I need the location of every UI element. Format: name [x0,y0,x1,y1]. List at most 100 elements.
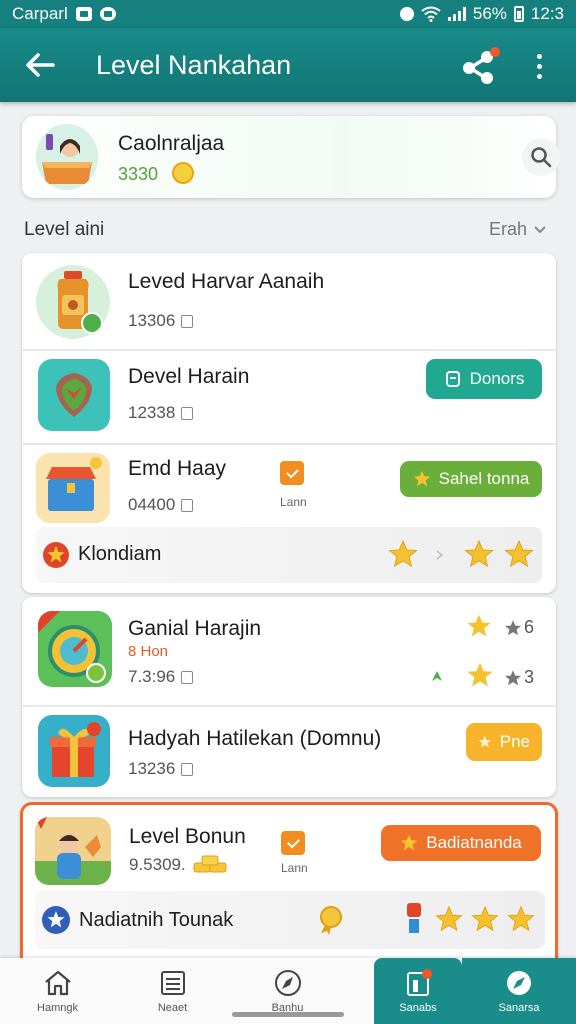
star-outline-icon [504,669,522,685]
star-icon [413,470,430,487]
back-button[interactable] [0,28,80,102]
star-icon [471,905,499,932]
badge-icon [445,371,460,387]
strip-label: Nadiatnih Tounak [79,909,234,931]
item-value: 04400 [128,495,194,515]
character-thumbnail [35,817,111,885]
list-item[interactable]: Emd Haay 04400 Lann Sahel tonna Klondiam [22,445,556,593]
list-item[interactable]: Ganial Harajin 8 Hon 7.3:96 6 3 [22,597,556,705]
star-count: 3 [504,667,534,688]
list-item[interactable]: Devel Harain 12338 Donors [22,351,556,443]
bonus-strip[interactable]: Nadiatnih Tounak [35,891,545,949]
nav-explore[interactable]: Sanarsa [462,958,576,1024]
item-title: Ganial Harajin [128,617,262,640]
wifi-icon [421,6,441,22]
item-value-text: 04400 [128,495,176,514]
trophy-icon [407,903,421,933]
arrow-icon [432,671,442,681]
alarm-icon [399,7,414,21]
bonus-strip[interactable]: Klondiam [36,527,542,583]
dial-thumbnail [38,611,112,687]
star-icon [388,539,418,568]
chest-thumbnail [36,453,110,523]
nav-home[interactable]: Hamngk [0,958,115,1024]
star-icon [464,539,494,568]
donors-button[interactable]: Donors [426,359,542,399]
list-item[interactable]: Leved Harvar Aanaih 13306 [22,253,556,349]
gift-thumbnail [38,715,110,787]
app-notification-icon [99,7,116,21]
item-title: Level Bonun [129,825,246,848]
square-icon [181,406,194,420]
star-icon [504,539,534,568]
item-value-text: 13306 [128,311,176,330]
star-icon [478,735,492,748]
search-button[interactable] [522,138,560,176]
badge-label: Lann [280,495,307,509]
item-value-text: 7.3:96 [128,667,176,686]
star-icon [467,662,493,687]
level-card-2: Ganial Harajin 8 Hon 7.3:96 6 3 Hadyah H… [22,597,556,797]
nav-list[interactable]: Neaet [115,958,230,1024]
share-icon [463,47,500,84]
button-label: Pne [499,732,530,751]
item-value: 12338 [128,403,194,423]
explore-icon [504,968,534,998]
battery-icon [513,6,524,22]
star-count-value: 3 [524,667,535,687]
level-card-3: Level Bonun 9.5309. Lann Badiatnanda Nad… [20,802,558,958]
star-badge-icon [43,542,69,568]
section-title: Level aini [24,219,105,240]
square-icon [181,498,194,512]
gold-bars-icon [193,855,227,873]
nav-label: Sanabs [399,1002,437,1014]
level-icon [403,968,433,998]
strip-label: Klondiam [78,543,162,565]
filter-dropdown[interactable]: Erah [489,219,547,240]
item-title: Hadyah Hatilekan (Domnu) [128,727,382,750]
star-icon [507,905,535,932]
badiatnanda-button[interactable]: Badiatnanda [381,825,541,861]
item-value: 13236 [128,759,194,779]
carrier-label: Carparl [12,4,68,23]
profile-card[interactable]: Caolnraljaa 3330 [22,116,560,198]
status-bar: Carparl 56% 12:3 [0,0,576,28]
item-value: 9.5309. [129,855,230,875]
jar-thumbnail [36,265,110,339]
compass-icon [273,968,303,998]
square-icon [181,314,194,328]
sahel-button[interactable]: Sahel tonna [400,461,542,497]
item-title: Leved Harvar Aanaih [128,270,325,293]
chevron-down-icon [534,225,546,233]
list-icon [158,968,188,998]
item-tag: 8 Hon [128,643,169,660]
shield-thumbnail [38,359,110,431]
share-button[interactable] [458,46,502,86]
level-card-1: Leved Harvar Aanaih 13306 Devel Harain 1… [22,253,556,593]
item-value-text: 13236 [128,759,176,778]
battery-percent: 56% [472,4,507,23]
signal-icon [447,7,466,21]
search-icon [531,147,552,168]
square-icon [181,670,194,684]
button-label: Badiatnanda [426,833,522,852]
check-icon [280,461,304,485]
item-value: 7.3:96 [128,667,194,687]
star-outline-icon [504,619,522,635]
item-value: 13306 [128,311,194,331]
arrow-left-icon [26,53,55,77]
list-item[interactable]: Hadyah Hatilekan (Domnu) 13236 Pne [22,707,556,797]
filter-label: Erah [489,219,528,239]
list-item[interactable]: Level Bonun 9.5309. Lann Badiatnanda [23,805,555,885]
home-icon [43,968,73,998]
star-icon [467,614,491,637]
avatar [36,124,98,190]
pne-button[interactable]: Pne [466,723,542,761]
more-options-button[interactable] [522,48,556,84]
clock: 12:3 [530,4,564,23]
home-indicator[interactable] [232,1012,344,1017]
nav-level[interactable]: Sanabs [374,958,462,1024]
item-value-text: 12338 [128,403,176,422]
item-value-text: 9.5309. [129,855,186,874]
nav-label: Sanarsa [498,1002,540,1014]
